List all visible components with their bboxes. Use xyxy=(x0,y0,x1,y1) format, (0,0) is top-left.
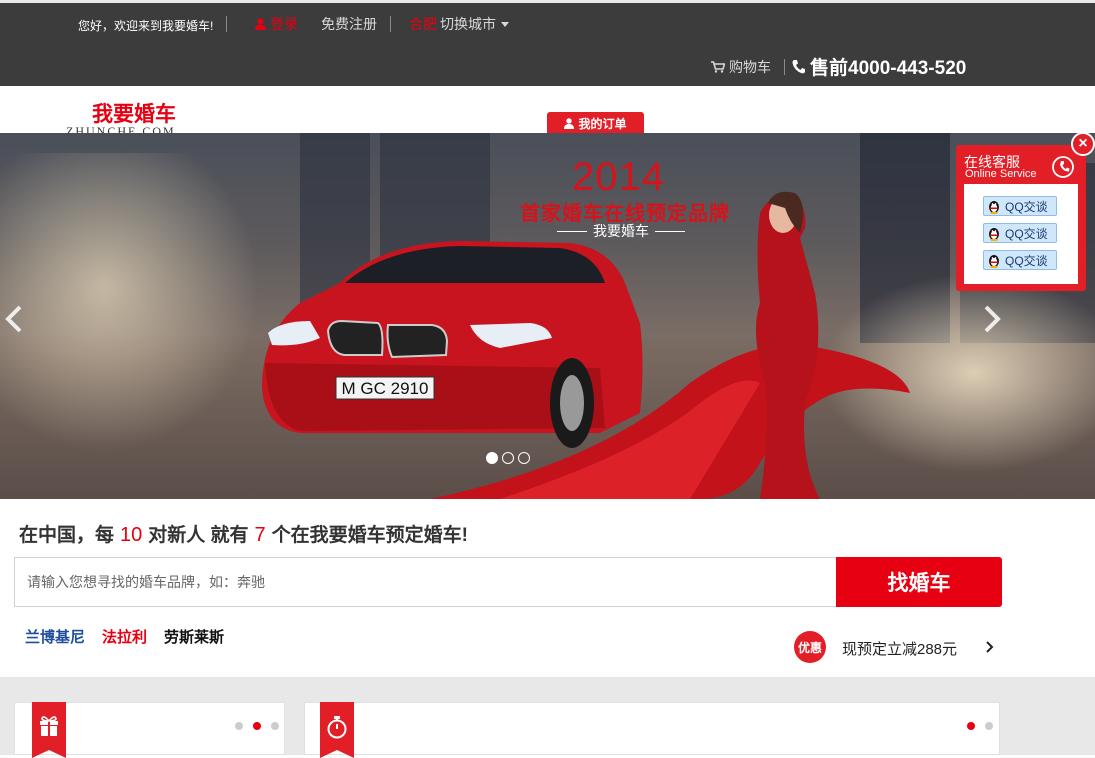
cart-link[interactable]: 购物车 xyxy=(711,57,771,77)
cart-icon xyxy=(711,61,725,73)
qq-chat-button[interactable]: QQ交谈 xyxy=(983,196,1057,216)
promo-text[interactable]: 现预定立减288元 xyxy=(842,638,957,659)
stopwatch-icon-tab xyxy=(320,702,354,758)
stats-text: 对新人 就有 xyxy=(148,525,249,546)
divider xyxy=(655,230,685,232)
phone-icon xyxy=(792,60,805,74)
qq-chat-button[interactable]: QQ交谈 xyxy=(983,223,1057,243)
divider xyxy=(390,16,391,32)
hotline-number: 售前4000-443-520 xyxy=(810,58,967,79)
panel-dot[interactable] xyxy=(253,722,261,730)
panel-dot[interactable] xyxy=(235,722,243,730)
qq-chat-label: QQ交谈 xyxy=(1005,253,1048,268)
gift-icon xyxy=(40,716,58,736)
panel-indicators xyxy=(235,722,279,730)
gift-icon-tab xyxy=(32,702,66,758)
search-input[interactable] xyxy=(14,557,837,607)
service-subtitle: Online Service xyxy=(965,168,1037,180)
brand-link-lamborghini[interactable]: 兰博基尼 xyxy=(25,626,85,647)
qq-chat-button[interactable]: QQ交谈 xyxy=(983,250,1057,270)
hero-carousel[interactable]: M GC 2910 2014 首家婚车在线预定品牌 我要婚车 xyxy=(0,133,1095,499)
panel-dot[interactable] xyxy=(271,722,279,730)
search-button[interactable]: 找婚车 xyxy=(836,557,1002,607)
stats-text: 个在我要婚车预定婚车! xyxy=(271,525,468,546)
telephone-icon xyxy=(1052,156,1074,178)
stats-headline: 在中国，每 10 对新人 就有 7 个在我要婚车预定婚车! xyxy=(19,520,468,547)
hotline: 售前4000-443-520 xyxy=(792,53,966,80)
register-link[interactable]: 免费注册 xyxy=(321,14,377,34)
switch-city-label: 切换城市 xyxy=(440,16,496,32)
qq-penguin-icon xyxy=(989,254,999,268)
user-icon xyxy=(255,18,266,30)
login-label: 登录 xyxy=(270,16,298,32)
stats-text: 在中国，每 xyxy=(19,525,115,546)
carousel-indicators xyxy=(486,452,530,464)
cart-label: 购物车 xyxy=(729,59,771,75)
divider xyxy=(557,230,587,232)
carousel-dot[interactable] xyxy=(502,452,514,464)
carousel-dot[interactable] xyxy=(486,452,498,464)
my-orders-label: 我的订单 xyxy=(578,116,627,131)
chevron-right-icon[interactable] xyxy=(985,639,995,655)
qq-penguin-icon xyxy=(989,200,999,214)
chevron-left-icon[interactable] xyxy=(2,303,24,335)
carousel-dot[interactable] xyxy=(518,452,530,464)
svg-text:M GC 2910: M GC 2910 xyxy=(342,379,429,398)
banner-artwork: M GC 2910 xyxy=(262,191,910,499)
qq-penguin-icon xyxy=(989,227,999,241)
brand-link-rolls-royce[interactable]: 劳斯莱斯 xyxy=(164,626,224,647)
qq-chat-label: QQ交谈 xyxy=(1005,226,1048,241)
logo-subtitle: ZHUNCHE.COM xyxy=(66,124,176,133)
banner-year: 2014 xyxy=(572,155,665,199)
promo-badge: 优惠 xyxy=(794,631,826,663)
login-link[interactable]: 登录 xyxy=(255,14,298,34)
banner-slogan-sub-text: 我要婚车 xyxy=(593,223,649,239)
divider xyxy=(226,16,227,32)
divider xyxy=(784,59,785,75)
stats-number: 7 xyxy=(254,524,266,546)
qq-chat-label: QQ交谈 xyxy=(1005,199,1048,214)
top-bar: 您好，欢迎来到我要婚车! 登录 免费注册 合肥 切换城市 购物车 售前4000-… xyxy=(0,0,1095,86)
panel-dot[interactable] xyxy=(967,722,975,730)
service-close-button[interactable]: × xyxy=(1071,132,1095,156)
chevron-down-icon xyxy=(501,21,509,27)
welcome-text: 您好，欢迎来到我要婚车! xyxy=(78,19,214,33)
brand-link-ferrari[interactable]: 法拉利 xyxy=(102,626,147,647)
user-icon xyxy=(564,117,575,129)
my-orders-button[interactable]: 我的订单 xyxy=(547,112,644,134)
banner-slogan-sub: 我要婚车 xyxy=(557,221,685,241)
current-city: 合肥 xyxy=(409,16,437,32)
timed-offer-panel xyxy=(304,702,1000,755)
panel-dot[interactable] xyxy=(985,722,993,730)
chevron-right-icon[interactable] xyxy=(982,303,1004,335)
stopwatch-icon xyxy=(327,716,347,739)
stats-number: 10 xyxy=(120,524,143,546)
panel-indicators xyxy=(967,722,993,730)
switch-city-dropdown[interactable]: 切换城市 xyxy=(440,14,509,34)
